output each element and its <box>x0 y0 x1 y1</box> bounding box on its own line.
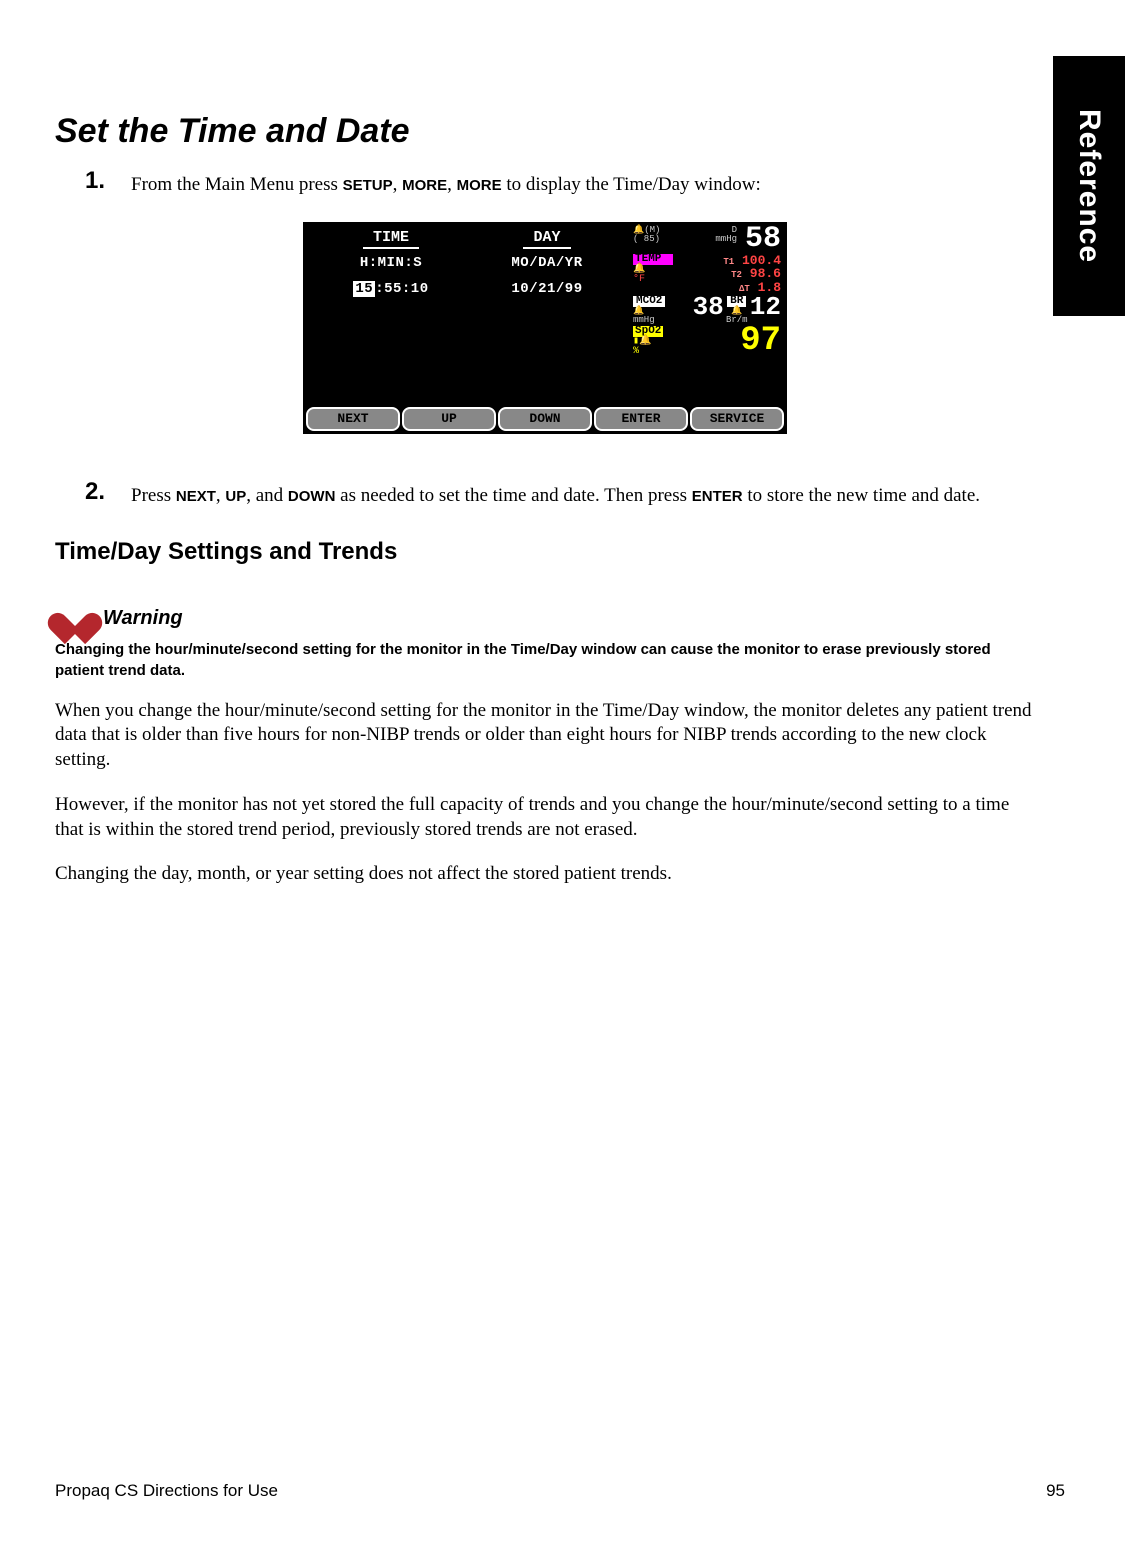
page-title: Set the Time and Date <box>55 112 1035 151</box>
time-hour-cursor[interactable]: 15 <box>353 281 375 297</box>
co2-value: 38 <box>690 296 724 319</box>
day-value: 10/21/99 <box>469 281 625 297</box>
key-setup: SETUP <box>343 177 393 194</box>
day-format: MO/DA/YR <box>469 255 625 271</box>
key-enter: ENTER <box>692 488 743 505</box>
footer-doc-title: Propaq CS Directions for Use <box>55 1481 278 1501</box>
paragraph: However, if the monitor has not yet stor… <box>55 793 1035 842</box>
step-body: From the Main Menu press SETUP, MORE, MO… <box>131 169 761 198</box>
key-more-2: MORE <box>457 177 502 194</box>
day-heading: DAY <box>523 229 570 249</box>
softkey-row: NEXT UP DOWN ENTER SERVICE <box>305 406 785 432</box>
step-1: 1. From the Main Menu press SETUP, MORE,… <box>85 169 1035 198</box>
temp-row: TEMP 🔔 °F T1 100.4 T2 98.6 ΔT 1.8 <box>633 254 781 295</box>
nibp-value: 58 <box>737 226 781 253</box>
time-format: H:MIN:S <box>313 255 469 271</box>
key-more-1: MORE <box>402 177 447 194</box>
spo2-row: SpO2 ▮🔔 % 97 <box>633 326 781 357</box>
warning-label: Warning <box>103 607 183 630</box>
subsection-title: Time/Day Settings and Trends <box>55 538 1035 566</box>
step-number: 1. <box>85 169 113 193</box>
step-2: 2. Press NEXT, UP, and DOWN as needed to… <box>85 480 1035 509</box>
time-heading: TIME <box>363 229 419 249</box>
key-next: NEXT <box>176 488 216 505</box>
softkey-service[interactable]: SERVICE <box>690 407 784 431</box>
softkey-up[interactable]: UP <box>402 407 496 431</box>
section-tab: Reference <box>1053 56 1125 316</box>
step-number: 2. <box>85 480 113 504</box>
paragraph: Changing the day, month, or year setting… <box>55 862 1035 887</box>
warning-block: Warning Changing the hour/minute/second … <box>55 600 1035 681</box>
warning-icon <box>55 600 95 636</box>
day-column: DAY MO/DA/YR 10/21/99 <box>469 228 625 297</box>
monitor-screenshot: TIME H:MIN:S 15:55:10 DAY MO/DA/YR 10/21… <box>303 222 787 434</box>
page-footer: Propaq CS Directions for Use 95 <box>55 1481 1065 1501</box>
br-value: 12 <box>750 296 781 319</box>
key-up: UP <box>225 488 246 505</box>
vitals-panel: 🔔(M) ( 85) D mmHg 58 TEMP 🔔 °F <box>631 224 785 406</box>
time-column: TIME H:MIN:S 15:55:10 <box>313 228 469 297</box>
co2-br-row: MCO2 🔔 mmHg 38 BR 🔔 Br/m 12 <box>633 296 781 325</box>
footer-page-number: 95 <box>1046 1481 1065 1501</box>
step-body: Press NEXT, UP, and DOWN as needed to se… <box>131 480 980 509</box>
section-tab-label: Reference <box>1072 109 1106 263</box>
nibp-row: 🔔(M) ( 85) D mmHg 58 <box>633 226 781 253</box>
spo2-value: 97 <box>731 326 781 357</box>
key-down: DOWN <box>288 488 336 505</box>
warning-text: Changing the hour/minute/second setting … <box>55 640 1035 681</box>
softkey-down[interactable]: DOWN <box>498 407 592 431</box>
softkey-next[interactable]: NEXT <box>306 407 400 431</box>
softkey-enter[interactable]: ENTER <box>594 407 688 431</box>
paragraph: When you change the hour/minute/second s… <box>55 699 1035 773</box>
time-value: 15:55:10 <box>313 281 469 297</box>
